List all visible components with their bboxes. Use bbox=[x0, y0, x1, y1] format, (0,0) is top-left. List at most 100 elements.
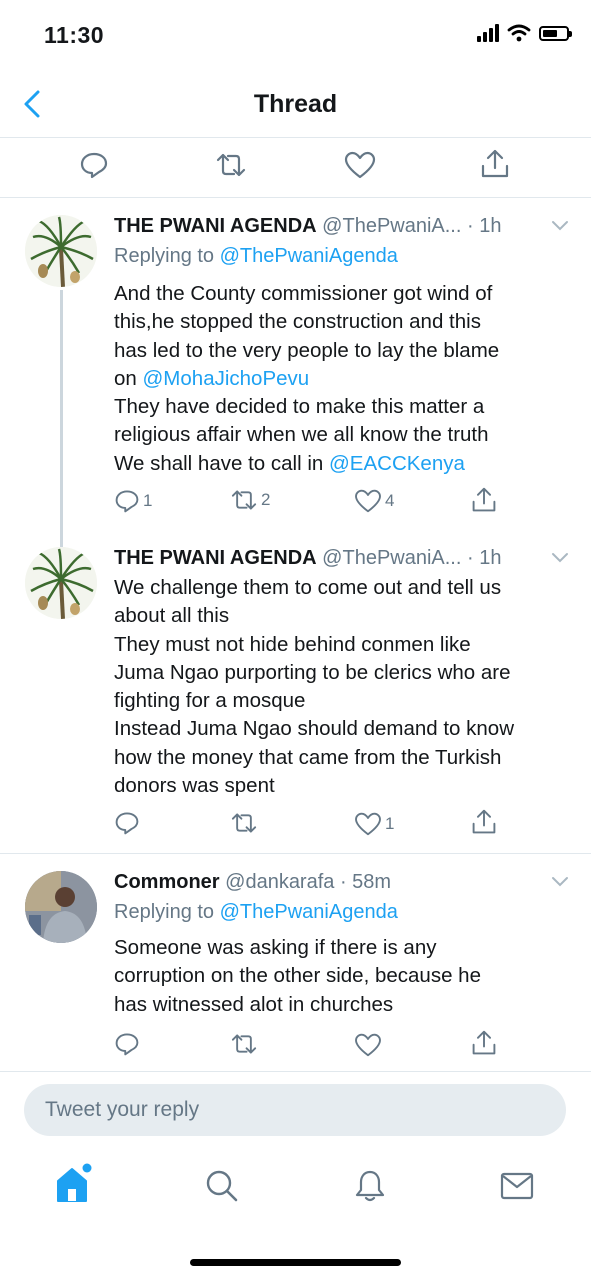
text-line: Someone was asking if there is any bbox=[114, 936, 437, 959]
home-icon bbox=[57, 1163, 92, 1202]
display-name[interactable]: Commoner bbox=[114, 871, 220, 893]
tweet-3[interactable]: Commoner @dankarafa · 58m Replying to @T… bbox=[0, 868, 591, 1068]
avatar[interactable] bbox=[25, 215, 97, 287]
text-line: this,he stopped the construction and thi… bbox=[114, 310, 481, 334]
display-name[interactable]: THE PWANI AGENDA bbox=[114, 547, 317, 569]
tweet-text: And the County commissioner got wind of … bbox=[114, 280, 574, 478]
share-button[interactable] bbox=[471, 486, 497, 514]
wifi-icon bbox=[507, 24, 531, 42]
like-button[interactable] bbox=[354, 1033, 385, 1057]
chevron-down-icon[interactable] bbox=[551, 552, 569, 564]
thread-connector bbox=[60, 290, 63, 550]
mention-link[interactable]: @ThePwaniAgenda bbox=[220, 901, 398, 923]
page-title: Thread bbox=[253, 90, 338, 118]
share-icon bbox=[472, 487, 496, 512]
reply-count: 1 bbox=[143, 491, 153, 510]
battery-icon bbox=[539, 25, 572, 41]
retweet-icon bbox=[231, 1034, 257, 1054]
nav-notifications[interactable] bbox=[354, 1169, 386, 1208]
reply-icon bbox=[115, 1033, 139, 1056]
text-line: how the money that came from the Turkish bbox=[114, 745, 502, 769]
share-button[interactable] bbox=[471, 808, 497, 836]
reply-button[interactable] bbox=[114, 1031, 143, 1057]
signal-icon bbox=[477, 24, 499, 42]
divider bbox=[0, 1071, 591, 1072]
chevron-down-icon[interactable] bbox=[551, 220, 569, 232]
text-line: Instead Juma Ngao should demand to know bbox=[114, 717, 515, 741]
like-count: 4 bbox=[385, 491, 395, 510]
mention-link[interactable]: @MohaJichoPevu bbox=[143, 367, 310, 390]
text-line: has led to the very people to lay the bl… bbox=[114, 338, 500, 362]
text-line: They must not hide behind conmen like bbox=[114, 632, 471, 656]
divider bbox=[0, 853, 591, 854]
nav-home[interactable] bbox=[54, 1163, 94, 1210]
retweet-button[interactable] bbox=[215, 151, 247, 179]
status-icons bbox=[477, 24, 572, 42]
tweet-1[interactable]: THE PWANI AGENDA @ThePwaniA... · 1h Repl… bbox=[0, 212, 591, 550]
text-line: on @MohaJichoPevu bbox=[114, 366, 310, 390]
envelope-icon bbox=[500, 1172, 534, 1200]
avatar[interactable] bbox=[25, 547, 97, 619]
palm-tree-icon bbox=[25, 215, 97, 287]
display-name[interactable]: THE PWANI AGENDA bbox=[114, 215, 317, 237]
text-line: We challenge them to come out and tell u… bbox=[114, 576, 502, 599]
reply-button[interactable]: 1 bbox=[114, 488, 152, 514]
text-line: And the County commissioner got wind of bbox=[114, 282, 493, 305]
tweet-header: THE PWANI AGENDA @ThePwaniA... · 1h bbox=[114, 544, 501, 572]
share-icon bbox=[472, 1030, 496, 1055]
search-icon bbox=[206, 1170, 238, 1202]
like-button[interactable]: 1 bbox=[354, 812, 394, 836]
user-handle[interactable]: @ThePwaniA... bbox=[322, 547, 461, 569]
status-bar: 11:30 bbox=[0, 0, 591, 70]
like-count: 1 bbox=[385, 814, 395, 833]
text-line: donors was spent bbox=[114, 774, 275, 798]
share-button[interactable] bbox=[471, 1029, 497, 1057]
home-indicator bbox=[190, 1259, 401, 1266]
palm-tree-icon bbox=[25, 547, 97, 619]
like-button[interactable] bbox=[344, 151, 376, 179]
mention-link[interactable]: @ThePwaniAgenda bbox=[220, 245, 398, 267]
tweet-2[interactable]: THE PWANI AGENDA @ThePwaniA... · 1h We c… bbox=[0, 544, 591, 849]
retweet-icon bbox=[216, 153, 246, 177]
tweet-header: Commoner @dankarafa · 58m bbox=[114, 868, 391, 896]
bell-icon bbox=[355, 1170, 385, 1202]
bottom-nav bbox=[0, 1155, 591, 1225]
chevron-down-icon[interactable] bbox=[551, 876, 569, 888]
text-line: We shall have to call in @EACCKenya bbox=[114, 451, 465, 475]
replying-to: Replying to @ThePwaniAgenda bbox=[114, 245, 398, 267]
retweet-icon bbox=[231, 490, 257, 510]
reply-button[interactable] bbox=[79, 150, 109, 180]
like-button[interactable]: 4 bbox=[354, 489, 394, 513]
tweet-time: · 1h bbox=[466, 547, 502, 569]
retweet-button[interactable]: 2 bbox=[230, 488, 270, 512]
reply-icon bbox=[115, 812, 139, 835]
retweet-button[interactable] bbox=[230, 1032, 261, 1056]
tweet-text: We challenge them to come out and tell u… bbox=[114, 574, 574, 800]
reply-icon bbox=[115, 490, 139, 513]
share-button[interactable] bbox=[480, 148, 510, 180]
retweet-icon bbox=[231, 813, 257, 833]
nav-search[interactable] bbox=[205, 1169, 239, 1208]
reply-icon bbox=[80, 152, 108, 179]
nav-header: Thread bbox=[0, 70, 591, 138]
text-line: fighting for a mosque bbox=[114, 689, 306, 713]
tweet-header: THE PWANI AGENDA @ThePwaniA... · 1h bbox=[114, 212, 501, 240]
nav-messages[interactable] bbox=[500, 1172, 534, 1205]
user-handle[interactable]: @ThePwaniA... bbox=[322, 215, 461, 237]
reply-button[interactable] bbox=[114, 810, 143, 836]
reply-placeholder: Tweet your reply bbox=[45, 1098, 200, 1121]
avatar[interactable] bbox=[25, 871, 97, 943]
user-handle[interactable]: @dankarafa bbox=[225, 871, 334, 893]
text-line: They have decided to make this matter a bbox=[114, 395, 485, 419]
share-icon bbox=[481, 149, 509, 178]
share-icon bbox=[472, 809, 496, 834]
heart-icon bbox=[355, 489, 381, 513]
reply-input[interactable]: Tweet your reply bbox=[24, 1084, 566, 1136]
heart-icon bbox=[355, 812, 381, 836]
replying-to: Replying to @ThePwaniAgenda bbox=[114, 901, 398, 923]
tweet-time: · 1h bbox=[466, 215, 502, 237]
mention-link[interactable]: @EACCKenya bbox=[329, 452, 465, 475]
retweet-button[interactable] bbox=[230, 811, 261, 835]
text-line: religious affair when we all know the tr… bbox=[114, 423, 489, 447]
user-photo-icon bbox=[25, 871, 97, 943]
